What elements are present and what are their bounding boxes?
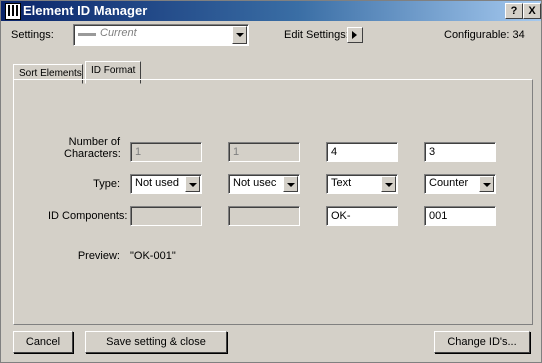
type-dropdown-value: Text (331, 177, 352, 189)
change-ids-button[interactable]: Change ID's... (434, 331, 530, 353)
chevron-down-icon[interactable] (381, 176, 396, 192)
type-label: Type: (93, 178, 120, 190)
preview-value: "OK-001" (130, 250, 176, 262)
id-format-panel: Number of Characters: 1 1 4 3 Type: Not … (13, 79, 533, 325)
edit-settings-button[interactable] (347, 27, 363, 43)
cancel-button[interactable]: Cancel (13, 331, 73, 353)
title-bar[interactable]: Element ID Manager ? X (1, 1, 541, 21)
component-field-1 (130, 206, 202, 226)
component-field-4[interactable]: 001 (424, 206, 496, 226)
chevron-down-icon[interactable] (185, 176, 200, 192)
type-dropdown-value: Not usec (233, 177, 277, 189)
type-dropdown-2[interactable]: Not usec (228, 174, 300, 194)
type-dropdown-1[interactable]: Not used (130, 174, 202, 194)
component-field-2 (228, 206, 300, 226)
settings-label: Settings: (11, 29, 54, 41)
type-dropdown-4[interactable]: Counter (424, 174, 496, 194)
configurable-count: Configurable: 34 (444, 29, 525, 41)
type-dropdown-3[interactable]: Text (326, 174, 398, 194)
settings-dropdown[interactable]: Current (73, 24, 249, 46)
type-dropdown-value: Not used (135, 177, 180, 189)
window-title: Element ID Manager (23, 3, 148, 18)
components-label: ID Components: (48, 210, 128, 222)
preview-label: Preview: (77, 250, 120, 262)
type-dropdown-value: Counter (429, 177, 469, 189)
num-chars-field-1: 1 (130, 142, 202, 162)
pencil-icon (78, 33, 96, 36)
settings-value: Current (100, 27, 137, 39)
edit-settings-label: Edit Settings: (284, 29, 349, 41)
close-button[interactable]: X (523, 3, 541, 19)
num-chars-field-4[interactable]: 3 (424, 142, 496, 162)
chevron-down-icon[interactable] (283, 176, 298, 192)
dialog-window: Element ID Manager ? X Settings: Current… (0, 0, 542, 363)
num-chars-field-3[interactable]: 4 (326, 142, 398, 162)
chevron-down-icon[interactable] (232, 26, 247, 44)
help-button[interactable]: ? (505, 3, 523, 19)
component-field-3[interactable]: OK- (326, 206, 398, 226)
app-icon (5, 3, 21, 20)
save-close-button[interactable]: Save setting & close (85, 331, 227, 353)
chevron-down-icon[interactable] (479, 176, 494, 192)
num-chars-field-2: 1 (228, 142, 300, 162)
num-chars-label: Number of Characters: (64, 136, 121, 160)
